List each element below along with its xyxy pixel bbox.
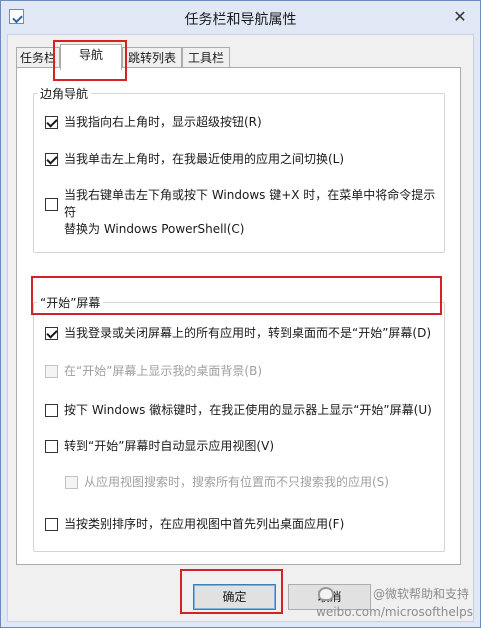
label-start-on-current-display: 按下 Windows 徽标键时，在我正使用的显示器上显示“开始”屏幕(U) bbox=[64, 403, 432, 417]
checkbox-show-charms[interactable] bbox=[45, 116, 58, 129]
checkbox-start-on-current-display[interactable] bbox=[45, 404, 58, 417]
tab-strip: 任务栏 导航 跳转列表 工具栏 bbox=[16, 44, 456, 70]
dialog-client-area: 任务栏 导航 跳转列表 工具栏 边角导航 当我指向右上角时，显示超级按钮(R) … bbox=[7, 34, 474, 622]
tab-jump-lists[interactable]: 跳转列表 bbox=[122, 47, 182, 69]
option-list-desktop-apps-first[interactable]: 当按类别排序时，在应用视图中首先列出桌面应用(F) bbox=[45, 516, 445, 533]
close-button[interactable]: ✕ bbox=[448, 7, 472, 27]
checkbox-search-everywhere[interactable] bbox=[65, 476, 78, 489]
label-replace-powershell-line2: 替换为 Windows PowerShell(C) bbox=[64, 222, 245, 236]
label-show-charms: 当我指向右上角时，显示超级按钮(R) bbox=[64, 115, 262, 129]
label-switch-recent-apps: 当我单击左上角时，在我最近使用的应用之间切换(L) bbox=[64, 152, 345, 166]
option-show-desktop-background[interactable]: 在“开始”屏幕上显示我的桌面背景(B) bbox=[45, 363, 445, 380]
checkbox-go-to-desktop[interactable] bbox=[45, 327, 58, 340]
option-show-apps-view[interactable]: 转到“开始”屏幕时自动显示应用视图(V) bbox=[45, 438, 445, 455]
ok-button[interactable]: 确定 bbox=[193, 584, 276, 610]
checkbox-replace-powershell[interactable] bbox=[45, 198, 58, 211]
option-show-charms[interactable]: 当我指向右上角时，显示超级按钮(R) bbox=[45, 114, 445, 131]
option-replace-powershell[interactable]: 当我右键单击左下角或按下 Windows 键+X 时，在菜单中将命令提示符 替换… bbox=[45, 187, 445, 238]
option-start-on-current-display[interactable]: 按下 Windows 徽标键时，在我正使用的显示器上显示“开始”屏幕(U) bbox=[45, 402, 445, 419]
properties-window: 任务栏和导航属性 ✕ 任务栏 导航 跳转列表 工具栏 边角导航 当我指向右上角时… bbox=[0, 0, 481, 628]
watermark-url: weibo.com/microsofthelps bbox=[316, 605, 473, 619]
checkbox-show-desktop-background[interactable] bbox=[45, 365, 58, 378]
weibo-logo-icon bbox=[318, 587, 334, 601]
tab-navigation[interactable]: 导航 bbox=[60, 44, 122, 70]
watermark-account: @微软帮助和支持 bbox=[372, 587, 469, 601]
start-screen-title: “开始”屏幕 bbox=[37, 294, 104, 311]
tab-taskbar[interactable]: 任务栏 bbox=[16, 47, 60, 69]
tab-toolbars[interactable]: 工具栏 bbox=[182, 47, 230, 69]
window-title: 任务栏和导航属性 bbox=[184, 12, 297, 28]
label-show-apps-view: 转到“开始”屏幕时自动显示应用视图(V) bbox=[64, 439, 275, 453]
label-replace-powershell-line1: 当我右键单击左下角或按下 Windows 键+X 时，在菜单中将命令提示符 bbox=[64, 188, 436, 219]
checkbox-list-desktop-apps-first[interactable] bbox=[45, 518, 58, 531]
label-show-desktop-background: 在“开始”屏幕上显示我的桌面背景(B) bbox=[64, 364, 263, 378]
checkbox-show-apps-view[interactable] bbox=[45, 440, 58, 453]
label-replace-powershell: 当我右键单击左下角或按下 Windows 键+X 时，在菜单中将命令提示符 替换… bbox=[64, 187, 445, 238]
corner-navigation-title: 边角导航 bbox=[37, 85, 92, 102]
label-list-desktop-apps-first: 当按类别排序时，在应用视图中首先列出桌面应用(F) bbox=[64, 517, 345, 531]
weibo-watermark: @微软帮助和支持 weibo.com/microsofthelps bbox=[277, 586, 477, 626]
option-search-everywhere[interactable]: 从应用视图搜索时，搜索所有位置而不只搜索我的应用(S) bbox=[65, 474, 445, 491]
option-switch-recent-apps[interactable]: 当我单击左上角时，在我最近使用的应用之间切换(L) bbox=[45, 151, 445, 168]
label-search-everywhere: 从应用视图搜索时，搜索所有位置而不只搜索我的应用(S) bbox=[84, 475, 389, 489]
checkbox-switch-recent-apps[interactable] bbox=[45, 153, 58, 166]
navigation-panel: 边角导航 当我指向右上角时，显示超级按钮(R) 当我单击左上角时，在我最近使用的… bbox=[16, 67, 461, 565]
label-go-to-desktop: 当我登录或关闭屏幕上的所有应用时，转到桌面而不是“开始”屏幕(D) bbox=[64, 326, 432, 340]
option-go-to-desktop[interactable]: 当我登录或关闭屏幕上的所有应用时，转到桌面而不是“开始”屏幕(D) bbox=[45, 325, 450, 342]
title-bar[interactable]: 任务栏和导航属性 ✕ bbox=[1, 1, 480, 34]
